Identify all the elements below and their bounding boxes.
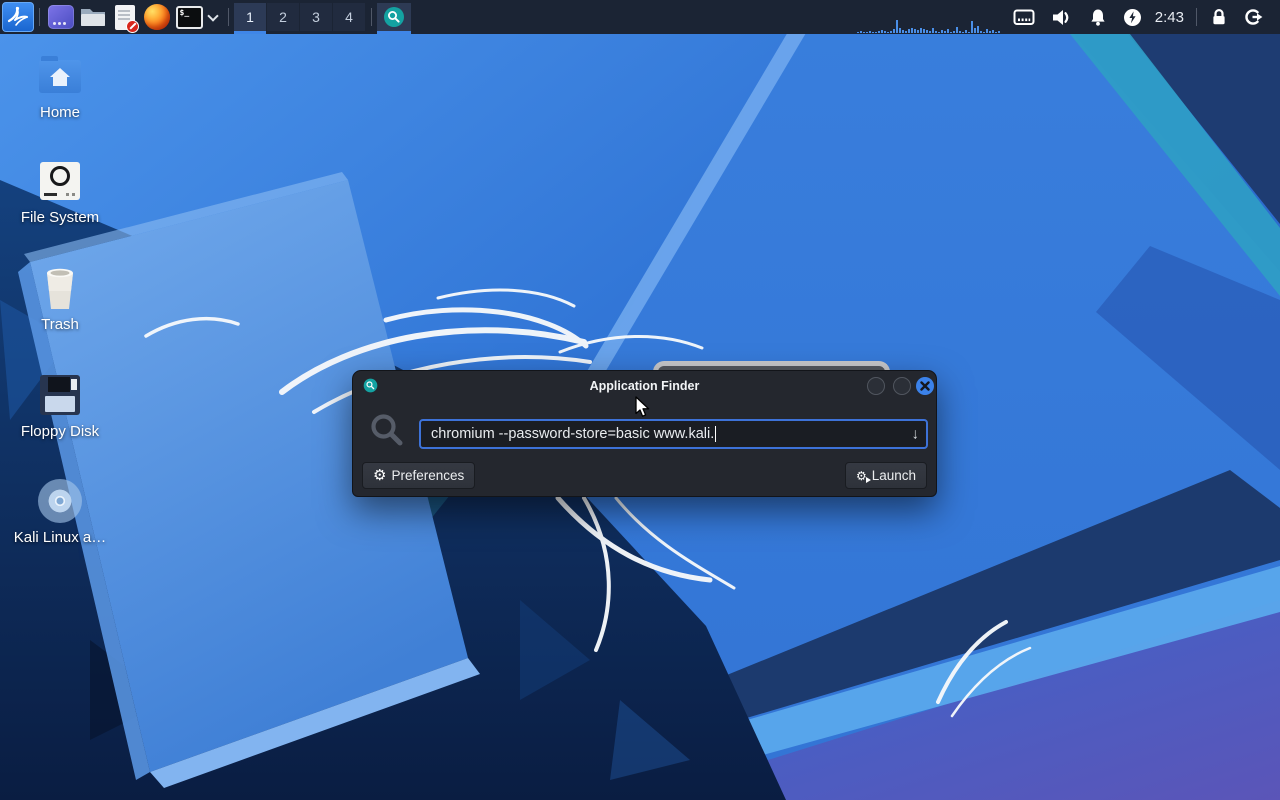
notifications-bell-icon[interactable] (1089, 8, 1107, 27)
search-icon (371, 414, 403, 446)
launch-label: Launch (871, 468, 916, 483)
logout-icon[interactable] (1244, 8, 1264, 26)
taskbar-application-finder[interactable] (377, 0, 411, 34)
keyboard-indicator-icon[interactable] (1013, 9, 1035, 26)
volume-icon[interactable] (1051, 8, 1073, 27)
application-finder-window: Application Finder chromium --password-s… (352, 370, 937, 497)
launcher-text-editor[interactable] (109, 0, 141, 34)
maximize-button[interactable] (893, 377, 911, 395)
lock-screen-icon[interactable] (1210, 8, 1228, 26)
search-input[interactable]: chromium --password-store=basic www.kali… (419, 419, 928, 449)
desktop-icon-trash[interactable]: Trash (10, 264, 110, 333)
cpu-graph (856, 0, 1005, 34)
desktop-icon-label: Trash (41, 316, 79, 333)
desktop-icon-home[interactable]: Home (10, 52, 110, 121)
floppy-disk-icon (10, 371, 110, 419)
terminal-emulator-icon (48, 5, 74, 29)
hard-disk-icon (10, 157, 110, 205)
desktop-icon-label: Home (39, 104, 80, 121)
panel-separator (371, 8, 372, 26)
panel-separator (39, 8, 40, 26)
terminal-icon (175, 5, 203, 29)
workspace-1[interactable]: 1 (234, 0, 266, 34)
run-icon: ⚙ (856, 470, 871, 483)
launch-button[interactable]: ⚙ Launch (844, 462, 927, 489)
optical-disc-icon (10, 477, 110, 525)
preferences-button[interactable]: ⚙ Preferences (362, 462, 476, 489)
applications-menu-button[interactable] (2, 2, 34, 32)
top-panel: 1 2 3 4 (0, 0, 1280, 34)
desktop-icon-label: File System (20, 209, 100, 226)
search-query-text: chromium --password-store=basic www.kali… (431, 426, 715, 442)
panel-right: 2:43 (856, 0, 1280, 34)
file-manager-icon (81, 9, 105, 26)
gear-icon: ⚙ (373, 466, 387, 484)
panel-separator (1196, 8, 1197, 26)
power-manager-icon[interactable] (1123, 8, 1142, 27)
preferences-label: Preferences (391, 468, 465, 483)
desktop-icon-file-system[interactable]: File System (10, 157, 110, 226)
desktop-icon-kali-cd[interactable]: Kali Linux a… (10, 477, 110, 546)
desktop-root: Home File System Trash Floppy Disk Kali … (0, 0, 1280, 800)
history-dropdown-button[interactable]: ↓ (912, 427, 920, 442)
kali-logo-icon (7, 6, 28, 26)
minimize-button[interactable] (867, 377, 885, 395)
desktop-icon-floppy-disk[interactable]: Floppy Disk (10, 371, 110, 440)
text-editor-icon (115, 4, 139, 33)
launcher-file-manager[interactable] (77, 0, 109, 34)
mouse-cursor (635, 396, 650, 417)
launcher-terminal-emulator[interactable] (45, 0, 77, 34)
panel-clock[interactable]: 2:43 (1155, 9, 1184, 26)
close-button[interactable] (916, 377, 934, 395)
workspace-3[interactable]: 3 (300, 0, 332, 34)
window-title: Application Finder (589, 379, 700, 393)
trash-icon (10, 264, 110, 312)
panel-separator (228, 8, 229, 26)
workspace-4[interactable]: 4 (333, 0, 365, 34)
launcher-firefox[interactable] (141, 0, 173, 34)
workspace-2[interactable]: 2 (267, 0, 299, 34)
text-caret (715, 426, 717, 442)
application-finder-icon (384, 7, 404, 27)
home-folder-icon (10, 52, 110, 100)
firefox-icon (144, 4, 170, 30)
launcher-terminal-dropdown[interactable] (173, 0, 205, 34)
close-icon (920, 381, 930, 391)
desktop-icon-label: Floppy Disk (20, 423, 100, 440)
desktop-icon-label: Kali Linux a… (13, 529, 107, 546)
chevron-down-icon[interactable] (207, 9, 219, 22)
